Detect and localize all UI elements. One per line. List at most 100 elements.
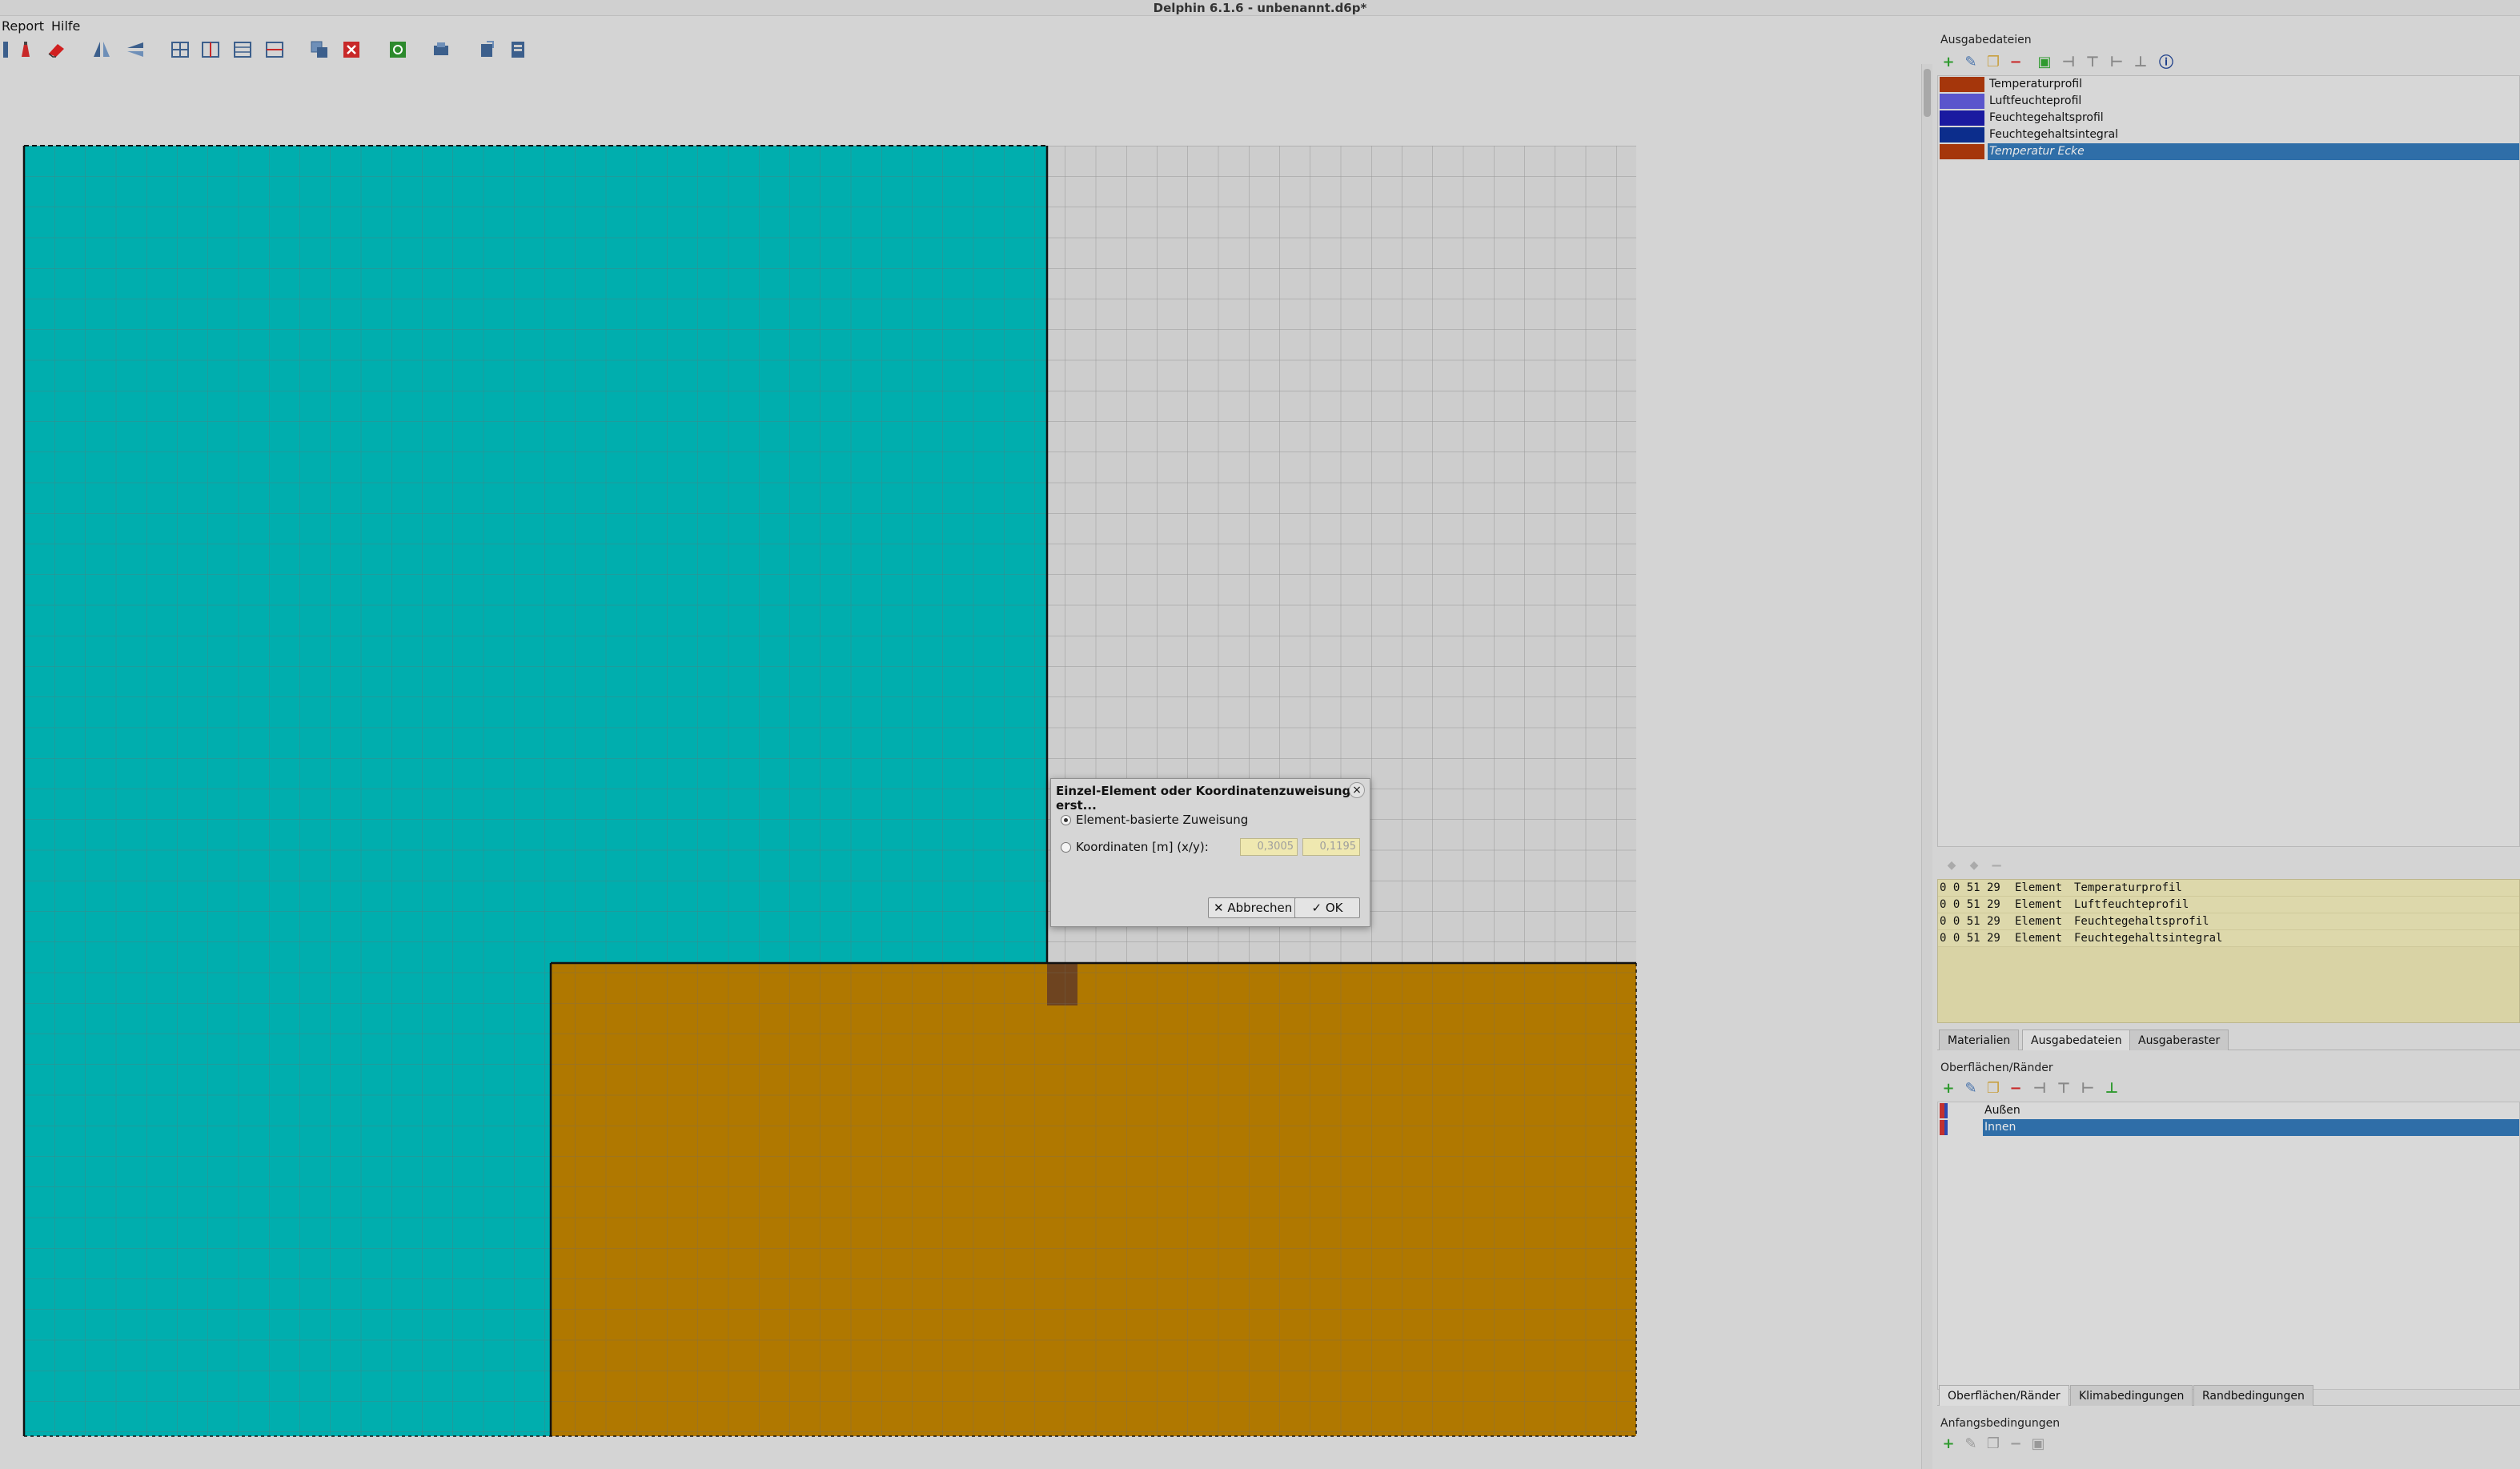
eraser-icon[interactable] xyxy=(45,38,69,62)
menu-report[interactable]: Report xyxy=(2,18,44,34)
assign-icon[interactable]: ▣ xyxy=(2028,1435,2048,1452)
import-icon[interactable] xyxy=(506,38,530,62)
tab-klimabedingungen[interactable]: Klimabedingungen xyxy=(2070,1385,2193,1406)
print-icon[interactable] xyxy=(429,38,453,62)
export-icon[interactable] xyxy=(476,38,500,62)
radio-unselected-icon[interactable] xyxy=(1061,841,1071,853)
initial-conditions-label: Anfangsbedingungen xyxy=(1940,1417,2061,1430)
output-file-name: Feuchtegehaltsintegral xyxy=(1989,128,2119,141)
assignment-toolbar: ◆ ◆ − xyxy=(1939,855,2515,876)
align-left-icon[interactable]: ⊣ xyxy=(2030,1079,2049,1097)
copy-icon[interactable]: ❐ xyxy=(1984,53,2003,70)
option-element-based[interactable]: Element-basierte Zuweisung xyxy=(1061,813,1248,827)
info-icon[interactable]: ⓘ xyxy=(2157,53,2176,71)
assignment-coords: 0 0 51 29 xyxy=(1940,915,2000,928)
initial-conditions-toolbar: + ✎ ❐ − ▣ xyxy=(1939,1433,2515,1454)
remove-icon[interactable]: − xyxy=(2006,53,2025,70)
assign-icon[interactable]: ▣ xyxy=(2035,53,2054,70)
assignment-row[interactable]: 0 0 51 29 Element Feuchtegehaltsintegral xyxy=(1938,930,2519,947)
check-icon: ✓ xyxy=(1311,901,1326,915)
color-swatch xyxy=(1940,110,1984,126)
remove-assignment-icon[interactable]: − xyxy=(1987,857,2006,874)
align-left-icon[interactable]: ⊣ xyxy=(2059,53,2078,70)
output-file-row[interactable]: Feuchtegehaltsintegral xyxy=(1938,126,2519,143)
add-icon[interactable]: + xyxy=(1939,1079,1958,1097)
tab-materialien[interactable]: Materialien xyxy=(1939,1030,2020,1050)
edit-icon[interactable]: ✎ xyxy=(1961,1435,1980,1452)
copy-region-icon[interactable] xyxy=(307,38,331,62)
delete-region-icon[interactable] xyxy=(339,38,363,62)
toolbar xyxy=(0,35,1921,64)
assignment-output: Luftfeuchteprofil xyxy=(2074,898,2189,911)
assignment-row[interactable]: 0 0 51 29 Element Luftfeuchteprofil xyxy=(1938,897,2519,913)
assignment-dialog: Einzel-Element oder Koordinatenzuweisung… xyxy=(1050,778,1370,927)
output-file-row[interactable]: Luftfeuchteprofil xyxy=(1938,93,2519,110)
assign-icon[interactable]: ⊥ xyxy=(2102,1079,2121,1097)
output-files-label: Ausgabedateien xyxy=(1940,34,2032,46)
assignment-type: Element xyxy=(2015,932,2063,945)
surface-row-selected[interactable]: Innen xyxy=(1938,1119,2519,1136)
tab-oberflaechen[interactable]: Oberflächen/Ränder xyxy=(1939,1385,2069,1406)
assignment-output: Feuchtegehaltsprofil xyxy=(2074,915,2209,928)
scrollbar-thumb[interactable] xyxy=(1924,69,1931,117)
surface-color-marker xyxy=(1944,1120,1948,1135)
dialog-title: Einzel-Element oder Koordinatenzuweisung… xyxy=(1056,784,1351,813)
assignment-row[interactable]: 0 0 51 29 Element Temperaturprofil xyxy=(1938,880,2519,897)
geometry-canvas[interactable] xyxy=(0,64,1921,1469)
assignment-type: Element xyxy=(2015,915,2063,928)
grid-insert-row-icon[interactable] xyxy=(231,38,255,62)
edit-icon[interactable]: ✎ xyxy=(1961,53,1980,70)
align-right-icon[interactable]: ⊢ xyxy=(2107,53,2126,70)
option-element-label: Element-basierte Zuweisung xyxy=(1076,813,1249,827)
surface-row[interactable]: Außen xyxy=(1938,1102,2519,1119)
remove-icon[interactable]: − xyxy=(2006,1079,2025,1097)
align-top-icon[interactable]: ⊤ xyxy=(2083,53,2102,70)
tab-ausgaberaster[interactable]: Ausgaberaster xyxy=(2129,1030,2229,1050)
move-up-icon[interactable]: ◆ xyxy=(1942,857,1961,874)
move-down-icon[interactable]: ◆ xyxy=(1964,857,1984,874)
add-icon[interactable]: + xyxy=(1939,1435,1958,1452)
ok-label: OK xyxy=(1325,901,1343,915)
cancel-icon: ✕ xyxy=(1214,901,1228,915)
copy-icon[interactable]: ❐ xyxy=(1984,1435,2003,1452)
assignment-coords: 0 0 51 29 xyxy=(1940,881,2000,894)
mirror-vertical-icon[interactable] xyxy=(90,38,114,62)
pen-icon[interactable] xyxy=(14,38,38,62)
assignment-output: Feuchtegehaltsintegral xyxy=(2074,932,2223,945)
remove-icon[interactable]: − xyxy=(2006,1435,2025,1452)
ok-button[interactable]: ✓ OK xyxy=(1294,897,1360,918)
grid-delete-row-icon[interactable] xyxy=(263,38,287,62)
radio-selected-icon[interactable] xyxy=(1061,814,1071,825)
menu-hilfe[interactable]: Hilfe xyxy=(51,18,80,34)
add-icon[interactable]: + xyxy=(1939,53,1958,70)
output-file-row[interactable]: Temperaturprofil xyxy=(1938,76,2519,93)
y-coordinate-input[interactable]: 0,1195 xyxy=(1302,838,1360,856)
assignment-row[interactable]: 0 0 51 29 Element Feuchtegehaltsprofil xyxy=(1938,913,2519,930)
copy-icon[interactable]: ❐ xyxy=(1984,1079,2003,1097)
cancel-button[interactable]: ✕ Abbrechen xyxy=(1208,897,1298,918)
tab-ausgabedateien[interactable]: Ausgabedateien xyxy=(2022,1030,2131,1050)
canvas-vertical-scrollbar[interactable] xyxy=(1921,64,1932,1469)
output-file-row-selected[interactable]: Temperatur Ecke xyxy=(1938,143,2519,160)
output-file-row[interactable]: Feuchtegehaltsprofil xyxy=(1938,110,2519,126)
refresh-icon[interactable] xyxy=(386,38,410,62)
tab-randbedingungen[interactable]: Randbedingungen xyxy=(2193,1385,2313,1406)
surfaces-list: Außen Innen xyxy=(1937,1102,2520,1390)
close-icon[interactable]: × xyxy=(1349,782,1365,798)
align-bottom-icon[interactable]: ⊥ xyxy=(2131,53,2150,70)
assignment-list: 0 0 51 29 Element Temperaturprofil 0 0 5… xyxy=(1937,879,2520,1023)
color-swatch xyxy=(1940,94,1984,109)
grid-merge-icon[interactable] xyxy=(199,38,223,62)
grid-split-icon[interactable] xyxy=(168,38,192,62)
align-top-icon[interactable]: ⊤ xyxy=(2054,1079,2073,1097)
assignment-type: Element xyxy=(2015,898,2063,911)
align-right-icon[interactable]: ⊢ xyxy=(2078,1079,2097,1097)
surfaces-label: Oberflächen/Ränder xyxy=(1940,1062,2053,1074)
option-coordinates[interactable]: Koordinaten [m] (x/y): xyxy=(1061,840,1209,854)
color-swatch xyxy=(1940,127,1984,142)
x-coordinate-input[interactable]: 0,3005 xyxy=(1240,838,1298,856)
mirror-horizontal-icon[interactable] xyxy=(123,38,147,62)
output-file-name: Luftfeuchteprofil xyxy=(1989,94,2082,107)
grid-lines xyxy=(24,146,1636,1436)
edit-icon[interactable]: ✎ xyxy=(1961,1079,1980,1097)
